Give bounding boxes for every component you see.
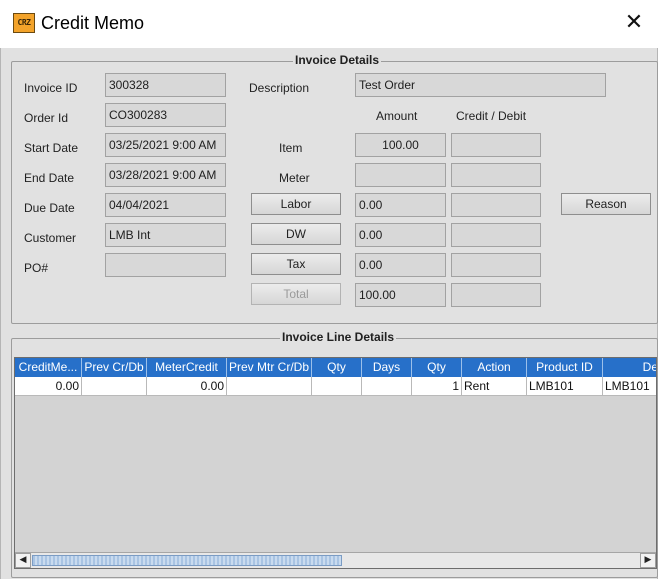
tax-button[interactable]: Tax [251,253,341,275]
tax-credit-field[interactable] [451,253,541,277]
cell-qty-2[interactable]: 1 [412,377,462,396]
invoice-id-label: Invoice ID [24,81,78,95]
order-id-field[interactable]: CO300283 [105,103,226,127]
total-amount-field[interactable]: 100.00 [355,283,446,307]
col-header-qty[interactable]: Qty [312,358,362,377]
po-label: PO# [24,261,49,275]
cell-prev-mtr-cr-db[interactable] [227,377,312,396]
col-header-credit-memo[interactable]: CreditMe... [15,358,82,377]
description-field[interactable]: Test Order [355,73,606,97]
close-button[interactable]: ✕ [614,8,654,40]
col-header-action[interactable]: Action [462,358,527,377]
col-header-days[interactable]: Days [362,358,412,377]
item-label: Item [279,141,303,155]
col-header-prev-cr-db[interactable]: Prev Cr/Db [82,358,147,377]
table-row[interactable]: 0.00 0.00 1 Rent LMB101 LMB101 [15,377,656,396]
due-date-field[interactable]: 04/04/2021 [105,193,226,217]
invoice-details-legend: Invoice Details [293,53,382,67]
cell-credit-memo[interactable]: 0.00 [15,377,82,396]
meter-amount-field[interactable] [355,163,446,187]
total-button: Total [251,283,341,305]
app-logo-icon: CRZ [13,13,35,33]
invoice-id-field[interactable]: 300328 [105,73,226,97]
total-credit-field[interactable] [451,283,541,307]
end-date-field[interactable]: 03/28/2021 9:00 AM [105,163,226,187]
title-bar: CRZ Credit Memo ✕ [0,0,661,48]
credit-debit-heading: Credit / Debit [456,109,527,123]
end-date-label: End Date [24,171,75,185]
col-header-prev-mtr-cr-db[interactable]: Prev Mtr Cr/Db [227,358,312,377]
dw-amount-field[interactable]: 0.00 [355,223,446,247]
po-field[interactable] [105,253,226,277]
meter-credit-field[interactable] [451,163,541,187]
scroll-thumb[interactable] [32,555,342,566]
cell-action[interactable]: Rent [462,377,527,396]
due-date-label: Due Date [24,201,75,215]
labor-button[interactable]: Labor [251,193,341,215]
cell-description[interactable]: LMB101 [603,377,656,396]
cell-qty[interactable] [312,377,362,396]
cell-product-id[interactable]: LMB101 [527,377,603,396]
customer-label: Customer [24,231,77,245]
cell-days[interactable] [362,377,412,396]
horizontal-scrollbar[interactable]: ◀ ▶ [15,552,656,568]
cell-prev-cr-db[interactable] [82,377,147,396]
col-header-description[interactable]: De [603,358,656,377]
scroll-left-arrow-icon[interactable]: ◀ [15,553,31,568]
reason-button[interactable]: Reason [561,193,651,215]
labor-credit-field[interactable] [451,193,541,217]
col-header-meter-credit[interactable]: MeterCredit [147,358,227,377]
invoice-line-details-legend: Invoice Line Details [280,330,397,344]
col-header-qty-2[interactable]: Qty [412,358,462,377]
start-date-field[interactable]: 03/25/2021 9:00 AM [105,133,226,157]
tax-amount-field[interactable]: 0.00 [355,253,446,277]
start-date-label: Start Date [24,141,79,155]
cell-meter-credit[interactable]: 0.00 [147,377,227,396]
window-title: Credit Memo [41,13,145,33]
meter-label: Meter [279,171,310,185]
invoice-line-table[interactable]: CreditMe... Prev Cr/Db MeterCredit Prev … [14,357,657,569]
description-label: Description [249,81,310,95]
item-amount-field[interactable]: 100.00 [355,133,446,157]
order-id-label: Order Id [24,111,69,125]
amount-heading: Amount [376,109,418,123]
scroll-right-arrow-icon[interactable]: ▶ [640,553,656,568]
table-header: CreditMe... Prev Cr/Db MeterCredit Prev … [15,358,656,377]
dw-credit-field[interactable] [451,223,541,247]
item-credit-field[interactable] [451,133,541,157]
labor-amount-field[interactable]: 0.00 [355,193,446,217]
col-header-product-id[interactable]: Product ID [527,358,603,377]
dw-button[interactable]: DW [251,223,341,245]
customer-field[interactable]: LMB Int [105,223,226,247]
